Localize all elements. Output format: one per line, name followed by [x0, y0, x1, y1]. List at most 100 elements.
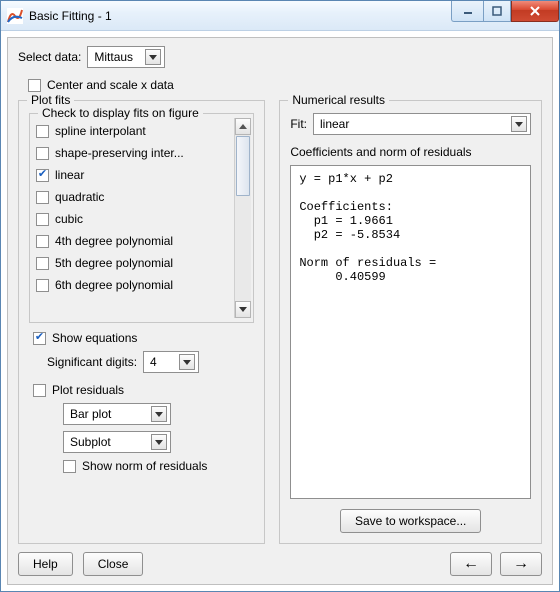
- chevron-down-icon: [179, 354, 195, 370]
- bottom-bar: Help Close ← →: [18, 552, 542, 576]
- save-row: Save to workspace...: [290, 509, 531, 533]
- select-data-label: Select data:: [18, 50, 81, 64]
- fit-select-row: Fit: linear: [290, 113, 531, 135]
- resid-location-value: Subplot: [70, 435, 111, 449]
- fit-label: spline interpolant: [55, 124, 146, 138]
- scroll-up-button[interactable]: [235, 118, 251, 135]
- center-scale-row: Center and scale x data: [28, 78, 542, 92]
- chevron-down-icon: [239, 307, 247, 312]
- forward-button[interactable]: →: [500, 552, 542, 576]
- chevron-down-icon: [511, 116, 527, 132]
- arrow-right-icon: →: [513, 556, 529, 572]
- plot-fits-legend: Plot fits: [27, 93, 74, 107]
- show-norm-label: Show norm of residuals: [82, 459, 207, 473]
- coeff-label: Coefficients and norm of residuals: [290, 145, 531, 159]
- resid-location-dropdown[interactable]: Subplot: [63, 431, 171, 453]
- fits-list: spline interpolant shape-preserving inte…: [32, 118, 234, 318]
- help-label: Help: [33, 557, 58, 571]
- fit-label: linear: [55, 168, 84, 182]
- plot-residuals-row: Plot residuals: [33, 383, 254, 397]
- list-item[interactable]: cubic: [36, 208, 234, 230]
- title-bar: Basic Fitting - 1: [1, 1, 559, 31]
- select-data-dropdown[interactable]: Mittaus: [87, 46, 165, 68]
- minimize-icon: [463, 6, 473, 16]
- fit-select-value: linear: [320, 117, 349, 131]
- fit-label: 5th degree polynomial: [55, 256, 173, 270]
- resid-location-row: Subplot: [63, 431, 254, 453]
- show-norm-row: Show norm of residuals: [63, 459, 254, 473]
- chevron-up-icon: [239, 124, 247, 129]
- plot-fits-column: Plot fits Check to display fits on figur…: [18, 100, 265, 544]
- fit-checkbox[interactable]: [36, 191, 49, 204]
- list-item[interactable]: shape-preserving inter...: [36, 142, 234, 164]
- fit-checkbox[interactable]: [36, 279, 49, 292]
- window-controls: [451, 1, 559, 22]
- fit-label: 6th degree polynomial: [55, 278, 173, 292]
- fit-checkbox[interactable]: [36, 235, 49, 248]
- window-root: Basic Fitting - 1 Select data: Mittaus: [0, 0, 560, 592]
- fit-label: quadratic: [55, 190, 104, 204]
- minimize-button[interactable]: [451, 1, 483, 22]
- fit-checkbox[interactable]: [36, 169, 49, 182]
- plot-residuals-checkbox[interactable]: [33, 384, 46, 397]
- resid-style-value: Bar plot: [70, 407, 111, 421]
- save-to-workspace-button[interactable]: Save to workspace...: [340, 509, 481, 533]
- back-button[interactable]: ←: [450, 552, 492, 576]
- center-scale-checkbox[interactable]: [28, 79, 41, 92]
- list-item[interactable]: linear: [36, 164, 234, 186]
- fit-checkbox[interactable]: [36, 257, 49, 270]
- sig-digits-label: Significant digits:: [47, 355, 137, 369]
- close-dialog-button[interactable]: Close: [83, 552, 144, 576]
- numerical-results-column: Numerical results Fit: linear Coefficien…: [279, 100, 542, 544]
- chevron-down-icon: [145, 49, 161, 65]
- list-item[interactable]: 4th degree polynomial: [36, 230, 234, 252]
- scroll-down-button[interactable]: [235, 301, 251, 318]
- results-text: y = p1*x + p2 Coefficients: p1 = 1.9661 …: [290, 165, 531, 499]
- bottom-right: ← →: [450, 552, 542, 576]
- close-label: Close: [98, 557, 129, 571]
- numerical-results-legend: Numerical results: [288, 93, 389, 107]
- close-button[interactable]: [511, 1, 559, 22]
- maximize-button[interactable]: [483, 1, 511, 22]
- fits-scrollbar[interactable]: [234, 118, 251, 318]
- list-item[interactable]: 5th degree polynomial: [36, 252, 234, 274]
- fit-checkbox[interactable]: [36, 125, 49, 138]
- plot-fits-group: Plot fits Check to display fits on figur…: [18, 100, 265, 544]
- plot-residuals-label: Plot residuals: [52, 383, 124, 397]
- sig-digits-dropdown[interactable]: 4: [143, 351, 199, 373]
- arrow-left-icon: ←: [463, 556, 479, 572]
- resid-style-dropdown[interactable]: Bar plot: [63, 403, 171, 425]
- fit-checkbox[interactable]: [36, 147, 49, 160]
- sig-digits-value: 4: [150, 355, 157, 369]
- list-item[interactable]: spline interpolant: [36, 120, 234, 142]
- fit-label: cubic: [55, 212, 83, 226]
- show-norm-checkbox[interactable]: [63, 460, 76, 473]
- sig-digits-row: Significant digits: 4: [47, 351, 254, 373]
- resid-style-row: Bar plot: [63, 403, 254, 425]
- fit-label: shape-preserving inter...: [55, 146, 184, 160]
- chevron-down-icon: [151, 406, 167, 422]
- fits-list-group: Check to display fits on figure spline i…: [29, 113, 254, 323]
- maximize-icon: [492, 6, 502, 16]
- save-to-workspace-label: Save to workspace...: [355, 514, 466, 528]
- show-equations-label: Show equations: [52, 331, 137, 345]
- fit-select-label: Fit:: [290, 117, 307, 131]
- list-item[interactable]: quadratic: [36, 186, 234, 208]
- scroll-thumb[interactable]: [236, 136, 250, 196]
- list-item[interactable]: 6th degree polynomial: [36, 274, 234, 296]
- select-data-row: Select data: Mittaus: [18, 46, 542, 68]
- fits-list-legend: Check to display fits on figure: [38, 106, 203, 120]
- fit-select-dropdown[interactable]: linear: [313, 113, 531, 135]
- fit-checkbox[interactable]: [36, 213, 49, 226]
- help-button[interactable]: Help: [18, 552, 73, 576]
- chevron-down-icon: [151, 434, 167, 450]
- show-equations-row: Show equations: [33, 331, 254, 345]
- window-title: Basic Fitting - 1: [29, 9, 112, 23]
- show-equations-checkbox[interactable]: [33, 332, 46, 345]
- numerical-results-group: Numerical results Fit: linear Coefficien…: [279, 100, 542, 544]
- fit-label: 4th degree polynomial: [55, 234, 173, 248]
- columns: Plot fits Check to display fits on figur…: [18, 100, 542, 544]
- bottom-left: Help Close: [18, 552, 143, 576]
- center-scale-label: Center and scale x data: [47, 78, 174, 92]
- content-panel: Select data: Mittaus Center and scale x …: [7, 37, 553, 585]
